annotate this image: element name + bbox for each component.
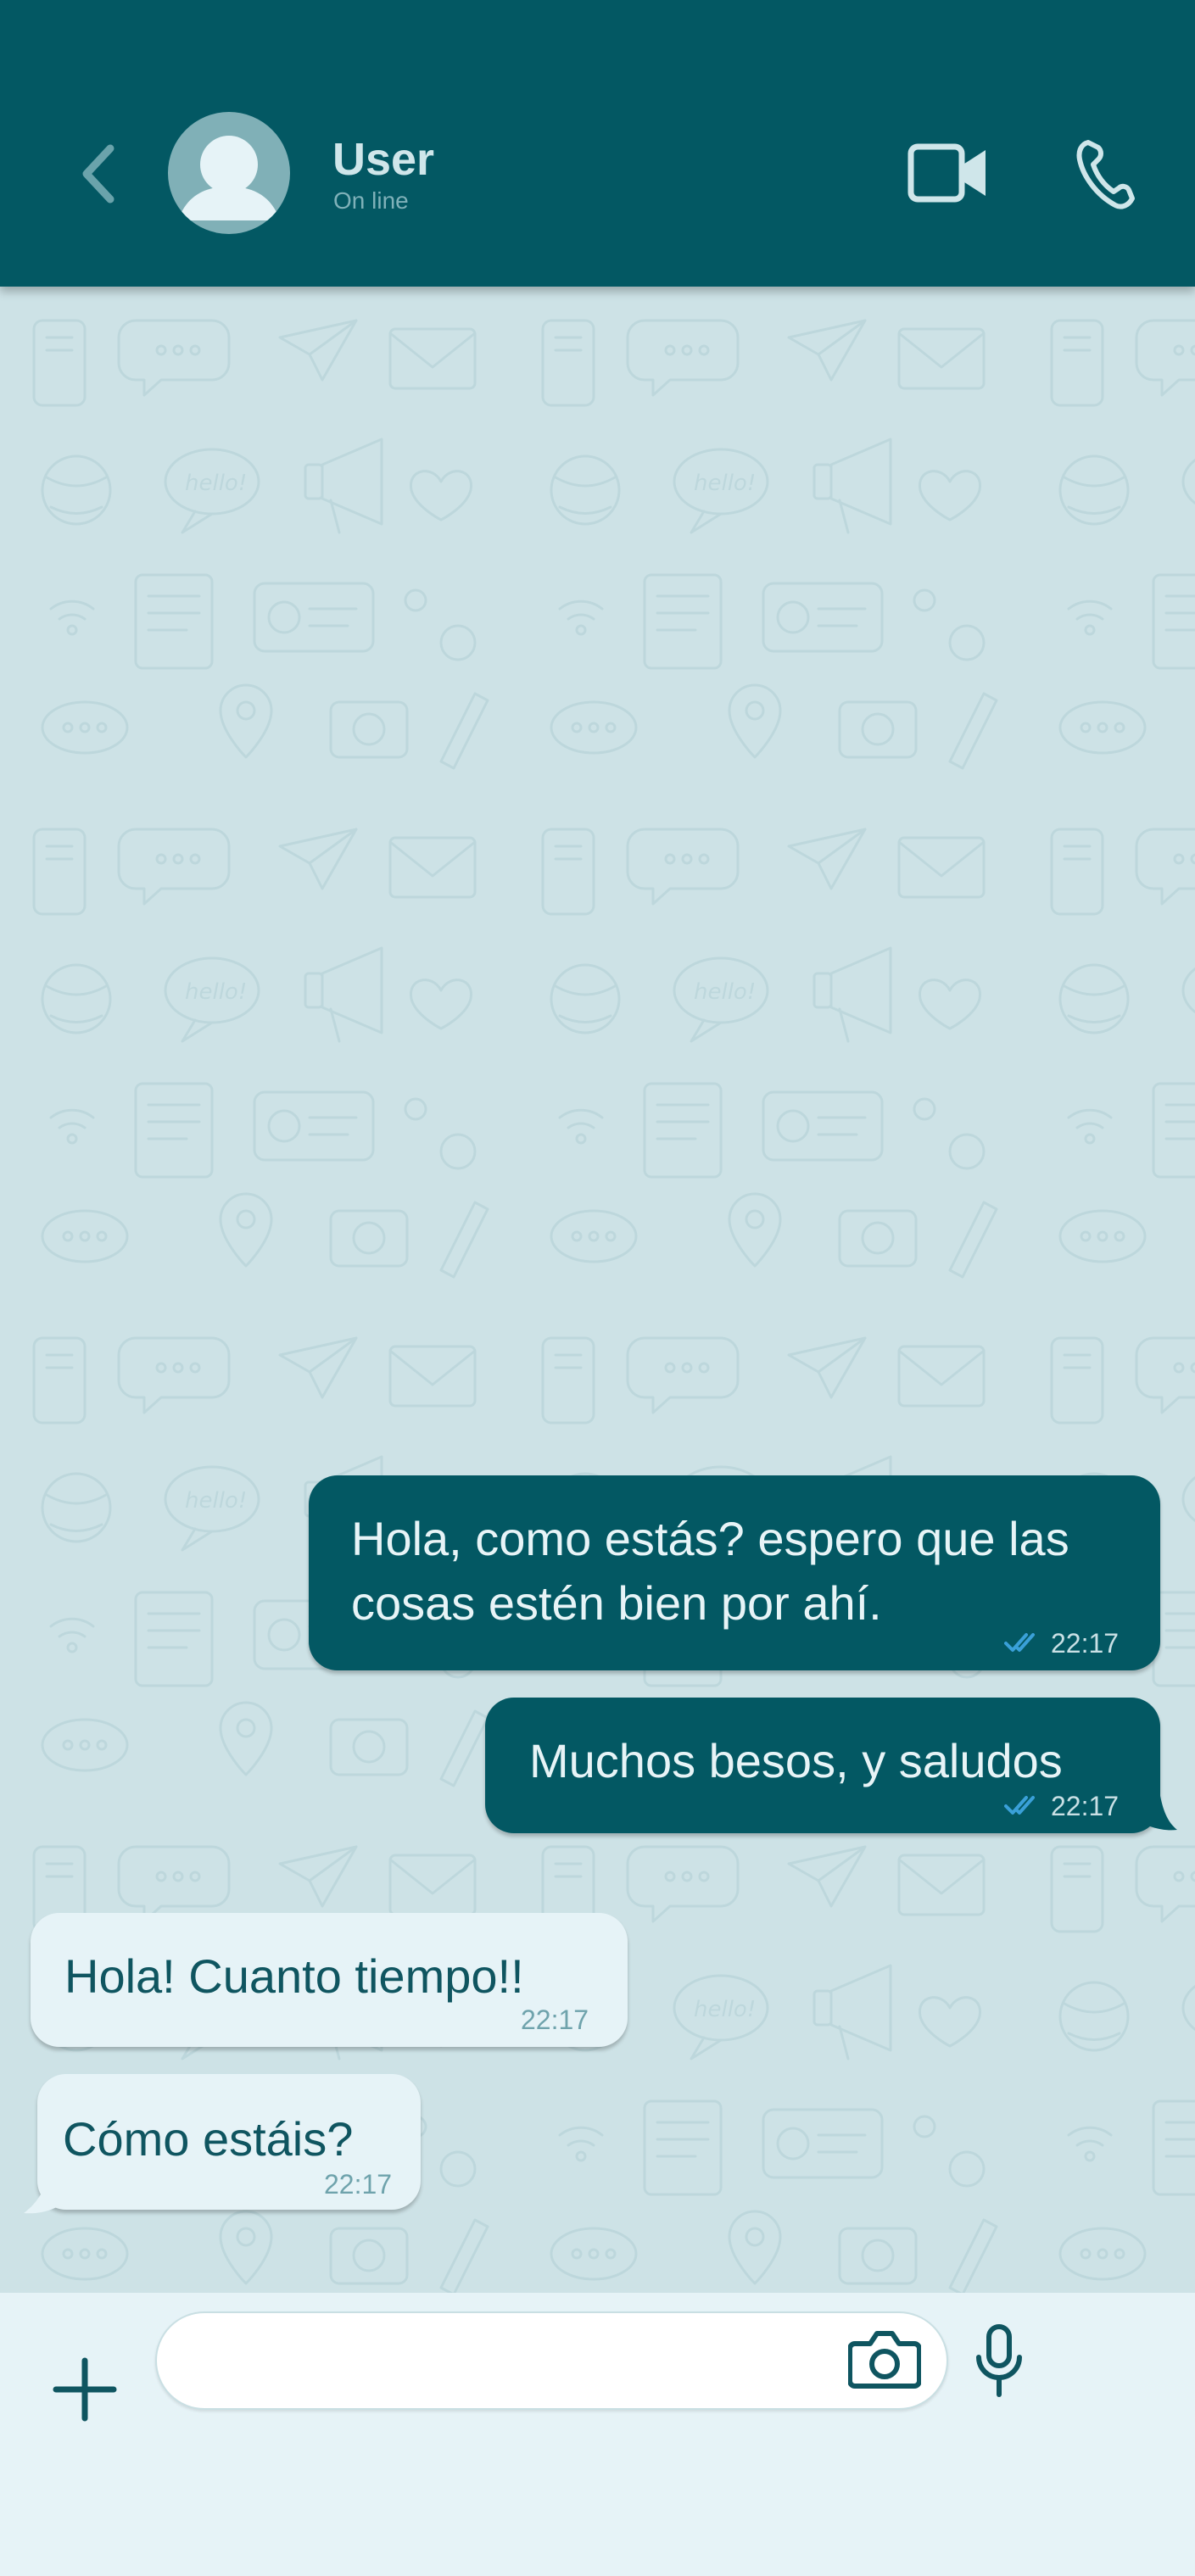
double-check-icon	[1004, 1796, 1035, 1815]
camera-icon[interactable]	[848, 2327, 921, 2391]
message-text-line: Hola, como estás? espero que las	[351, 1512, 1069, 1565]
message-bubble-outgoing[interactable]: Hola, como estás? espero que las cosas e…	[309, 1475, 1160, 1670]
message-text-line: Cómo estáis?	[63, 2112, 354, 2166]
plus-icon[interactable]	[53, 2357, 117, 2422]
composer-bar	[0, 2293, 1195, 2576]
message-text-line: Muchos besos, y saludos	[529, 1734, 1063, 1787]
video-camera-icon[interactable]	[906, 138, 991, 208]
bubble-tail	[24, 2171, 71, 2214]
bubble-tail	[1136, 1796, 1177, 1831]
message-time: 22:17	[324, 2169, 393, 2200]
chat-app: User On line Hola, como estás? espero qu…	[0, 0, 1195, 2576]
contact-status: On line	[333, 187, 409, 214]
microphone-icon[interactable]	[972, 2323, 1026, 2400]
message-time: 22:17	[521, 2004, 589, 2035]
message-text-line: cosas estén bien por ahí.	[351, 1576, 882, 1630]
avatar[interactable]	[168, 112, 290, 234]
user-avatar-icon	[178, 136, 280, 220]
phone-icon[interactable]	[1073, 136, 1136, 212]
message-time: 22:17	[1051, 1791, 1120, 1821]
message-bubble-incoming[interactable]: Hola! Cuanto tiempo!! 22:17	[31, 1913, 628, 2047]
message-bubble-incoming[interactable]: Cómo estáis? 22:17	[37, 2074, 421, 2210]
message-text-line: Hola! Cuanto tiempo!!	[64, 1949, 524, 2003]
message-time: 22:17	[1051, 1628, 1120, 1659]
chat-area[interactable]: hello!	[0, 287, 1195, 2293]
double-check-icon	[1004, 1633, 1035, 1652]
chat-header: User On line	[0, 0, 1195, 287]
chevron-left-icon[interactable]	[68, 140, 127, 208]
message-bubble-outgoing[interactable]: Muchos besos, y saludos 22:17	[485, 1698, 1160, 1833]
message-input[interactable]	[155, 2311, 948, 2410]
contact-name: User	[332, 134, 435, 185]
